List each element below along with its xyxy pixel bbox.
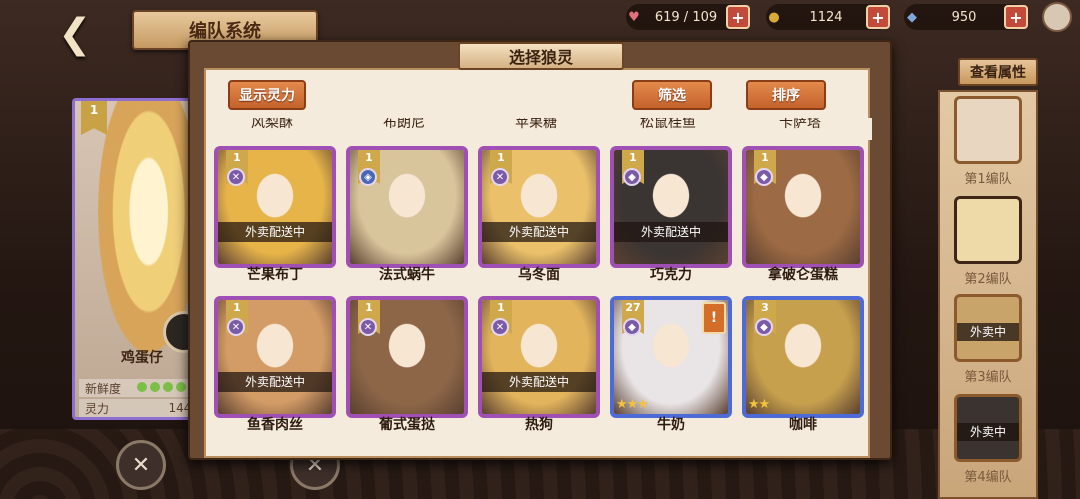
character-card[interactable]: 1 ◈ — [346, 146, 468, 268]
card-tag-icon: ! — [702, 302, 726, 334]
delivery-busy-badge: 外卖配送中 — [614, 222, 728, 242]
card-name: 咖啡 — [789, 417, 817, 433]
star-rating: ★★ — [748, 397, 770, 412]
team-label-1: 第1编队 — [964, 172, 1012, 187]
team-column: 第1编队 第2编队 外卖中 第3编队 外卖中 第4编队 — [938, 90, 1038, 499]
show-power-button[interactable]: 显示灵力 — [228, 80, 306, 110]
view-attributes-button[interactable]: 查看属性 — [958, 58, 1038, 86]
dining-icon[interactable]: ✕ — [116, 440, 166, 490]
card-name: 芒果布丁 — [247, 267, 303, 283]
settings-icon[interactable] — [1042, 2, 1072, 32]
team-label-4: 第4编队 — [964, 470, 1012, 485]
team-busy-badge: 外卖中 — [957, 323, 1019, 341]
team-busy-badge: 外卖中 — [957, 423, 1019, 441]
team-label-3: 第3编队 — [964, 370, 1012, 385]
card-name: 松鼠桂鱼 — [640, 118, 696, 131]
element-icon: ◆ — [623, 168, 641, 186]
element-icon: ◆ — [755, 168, 773, 186]
stamina-value: 619 / 109 — [654, 9, 718, 25]
element-icon: ✕ — [491, 318, 509, 336]
card-name: 牛奶 — [657, 417, 685, 433]
back-arrow-icon: ❮ — [58, 11, 92, 57]
character-card[interactable]: 1 ◆ 外卖配送中 — [610, 146, 732, 268]
power-label: 灵力 — [85, 401, 110, 416]
add-coin-button[interactable]: + — [866, 5, 890, 29]
element-icon: ✕ — [227, 168, 245, 186]
character-card[interactable]: 1 ✕ 外卖配送中 — [214, 146, 336, 268]
delivery-busy-badge: 外卖配送中 — [482, 372, 596, 392]
add-stamina-button[interactable]: + — [726, 5, 750, 29]
character-card[interactable]: 1 ✕ 外卖配送中 — [478, 146, 600, 268]
character-card[interactable]: 1 ✕ 外卖配送中 — [214, 296, 336, 418]
card-name: 巧克力 — [650, 267, 692, 283]
element-icon: ◈ — [359, 168, 377, 186]
team-slot-2[interactable] — [954, 196, 1022, 264]
stamina-counter: ♥ 619 / 109 + — [626, 4, 750, 30]
card-name: 乌冬面 — [518, 267, 560, 283]
coin-value: 1124 — [809, 9, 843, 25]
crystal-icon: ◆ — [907, 9, 917, 25]
card-name: 热狗 — [525, 417, 553, 433]
filter-button[interactable]: 筛选 — [632, 80, 712, 110]
character-card[interactable]: 1 ✕ 外卖配送中 — [478, 296, 600, 418]
freshness-row: 新鲜度 — [79, 379, 205, 397]
card-name: 法式蜗牛 — [379, 267, 435, 283]
element-icon: ◆ — [623, 318, 641, 336]
delivery-busy-badge: 外卖配送中 — [218, 222, 332, 242]
card-name: 葡式蛋挞 — [379, 417, 435, 433]
card-name: 布朗尼 — [383, 118, 425, 131]
dialog-title: 选择狼灵 — [458, 42, 624, 70]
back-button[interactable]: ❮ — [58, 14, 118, 58]
character-card[interactable]: 1 ✕ — [346, 296, 468, 418]
element-icon: ✕ — [359, 318, 377, 336]
crystal-counter: ◆ 950 + — [904, 4, 1028, 30]
scrolled-row-names: 风梨酥 布朗尼 苹果糖 松鼠桂鱼 卡萨塔 — [212, 118, 872, 140]
element-icon: ✕ — [227, 318, 245, 336]
add-crystal-button[interactable]: + — [1004, 5, 1028, 29]
crystal-value: 950 — [951, 9, 977, 25]
delivery-busy-badge: 外卖配送中 — [218, 372, 332, 392]
team-slot-1[interactable] — [954, 96, 1022, 164]
star-rating: ★★★ — [616, 397, 649, 412]
freshness-label: 新鲜度 — [85, 381, 122, 396]
team-slot-3[interactable]: 外卖中 — [954, 294, 1022, 362]
card-name: 鱼香肉丝 — [247, 417, 303, 433]
character-card[interactable]: 3 ◆ ★★ — [742, 296, 864, 418]
element-icon: ◆ — [755, 318, 773, 336]
power-row: 灵力 1442 — [79, 399, 205, 417]
card-name: 卡萨塔 — [779, 118, 821, 131]
card-name: 风梨酥 — [251, 118, 293, 131]
team-slot-4[interactable]: 外卖中 — [954, 394, 1022, 462]
element-icon: ✕ — [491, 168, 509, 186]
card-name: 苹果糖 — [515, 118, 557, 131]
team-label-2: 第2编队 — [964, 272, 1012, 287]
coin-counter: ● 1124 + — [766, 4, 890, 30]
delivery-busy-badge: 外卖配送中 — [482, 222, 596, 242]
character-card[interactable]: 27 ◆ ★★★! — [610, 296, 732, 418]
character-card[interactable]: 1 ◆ — [742, 146, 864, 268]
card-name: 拿破仑蛋糕 — [768, 267, 838, 283]
heart-icon: ♥ — [628, 9, 640, 25]
sort-button[interactable]: 排序 — [746, 80, 826, 110]
coin-icon: ● — [768, 9, 780, 25]
